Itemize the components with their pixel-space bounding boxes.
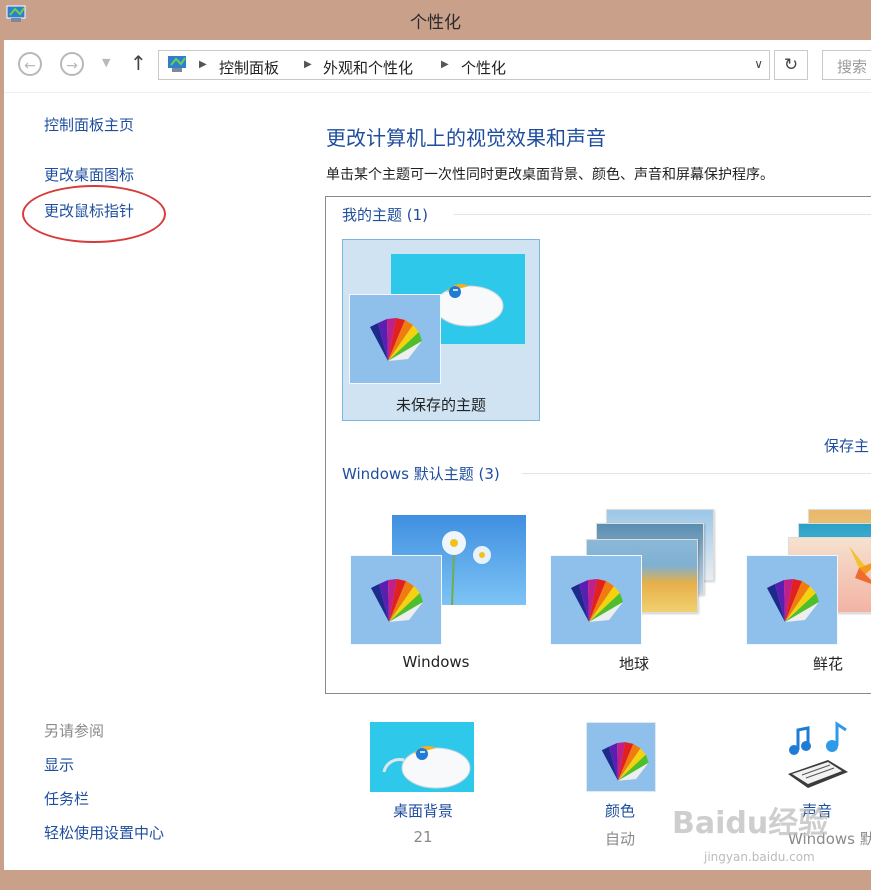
color-button[interactable] — [586, 722, 656, 792]
title-bar: 个性化 — [0, 0, 871, 40]
theme-label-flowers: 鲜花 — [812, 655, 843, 673]
color-fan-icon — [370, 318, 422, 361]
color-swatch — [586, 722, 656, 792]
baidu-watermark-url: jingyan.baidu.com — [704, 850, 815, 864]
color-fan-icon — [371, 579, 423, 622]
color-label[interactable]: 颜色 — [560, 800, 680, 821]
change-desktop-icons-link[interactable]: 更改桌面图标 — [44, 164, 134, 185]
breadcrumb-personalization[interactable]: 个性化 — [461, 57, 506, 78]
desktop-background-preview — [370, 722, 474, 792]
theme-list: 我的主题 (1) 未保存的主题 保存主 Windows 默认主题 (3) Win… — [325, 196, 871, 694]
red-highlight-circle — [22, 185, 166, 243]
theme-tile-windows[interactable]: Windows — [346, 515, 526, 675]
mouse-icon — [382, 744, 472, 790]
theme-label-windows: Windows — [402, 653, 470, 671]
desktop-background-button[interactable] — [370, 722, 476, 792]
desktop-background-label[interactable]: 桌面背景 — [363, 800, 483, 821]
breadcrumb-separator-icon: ▶ — [304, 59, 312, 70]
see-also-display-link[interactable]: 显示 — [44, 754, 74, 775]
default-themes-heading: Windows 默认主题 (3) — [342, 465, 500, 483]
breadcrumb-appearance[interactable]: 外观和个性化 — [323, 57, 413, 78]
theme-tile-flowers[interactable]: 鲜花 — [740, 509, 871, 675]
unsaved-theme-tile[interactable]: 未保存的主题 — [342, 239, 540, 421]
window-title: 个性化 — [410, 13, 461, 33]
see-also-heading: 另请参阅 — [44, 722, 105, 740]
page-description: 单击某个主题可一次性同时更改桌面背景、颜色、声音和屏幕保护程序。 — [326, 167, 774, 183]
back-arrow-icon[interactable]: ← — [18, 52, 42, 76]
divider — [454, 214, 871, 215]
control-panel-home-link[interactable]: 控制面板主页 — [44, 114, 134, 135]
window-bottom-edge — [0, 870, 871, 890]
color-fan-icon — [767, 579, 819, 622]
search-input[interactable]: 搜索 — [822, 50, 871, 80]
see-also-taskbar-link[interactable]: 任务栏 — [44, 788, 89, 809]
theme-label-earth: 地球 — [618, 655, 649, 673]
breadcrumb-control-panel[interactable]: 控制面板 — [219, 57, 279, 78]
forward-arrow-icon[interactable]: → — [60, 52, 84, 76]
address-bar[interactable]: ▶ 控制面板 ▶ 外观和个性化 ▶ 个性化 ∨ — [158, 50, 770, 80]
breadcrumb-separator-icon: ▶ — [199, 59, 207, 70]
recent-locations-chevron-icon[interactable]: ▼ — [102, 56, 110, 69]
page-title: 更改计算机上的视觉效果和声音 — [326, 126, 606, 150]
theme-color-swatch — [550, 555, 642, 645]
up-arrow-icon[interactable]: ↑ — [130, 51, 147, 75]
breadcrumb-separator-icon: ▶ — [441, 59, 449, 70]
color-fan-icon — [571, 579, 623, 622]
save-theme-link[interactable]: 保存主 — [824, 435, 869, 456]
unsaved-theme-label: 未保存的主题 — [395, 396, 486, 414]
see-also-ease-of-access-link[interactable]: 轻松使用设置中心 — [44, 822, 164, 843]
baidu-watermark: Baidu经验 — [672, 806, 829, 841]
refresh-icon[interactable]: ↻ — [774, 50, 808, 80]
control-panel-icon — [168, 56, 186, 72]
color-fan-icon — [601, 742, 649, 781]
my-themes-heading: 我的主题 (1) — [342, 206, 429, 224]
theme-tile-earth[interactable]: 地球 — [544, 509, 724, 675]
music-notes-icon — [788, 721, 848, 788]
personalization-window: ← → ▼ ↑ ▶ 控制面板 ▶ 外观和个性化 ▶ 个性化 ∨ ↻ 搜索 控制面… — [4, 40, 871, 870]
color-value: 自动 — [604, 830, 635, 848]
navigation-bar: ← → ▼ ↑ ▶ 控制面板 ▶ 外观和个性化 ▶ 个性化 ∨ ↻ 搜索 — [4, 40, 871, 93]
theme-color-swatch — [350, 555, 442, 645]
desktop-background-count: 21 — [413, 828, 433, 846]
divider — [522, 473, 871, 474]
theme-color-swatch — [746, 555, 838, 645]
theme-color-swatch — [349, 294, 441, 384]
sound-button[interactable] — [782, 720, 852, 794]
address-dropdown-chevron-icon[interactable]: ∨ — [754, 57, 763, 71]
